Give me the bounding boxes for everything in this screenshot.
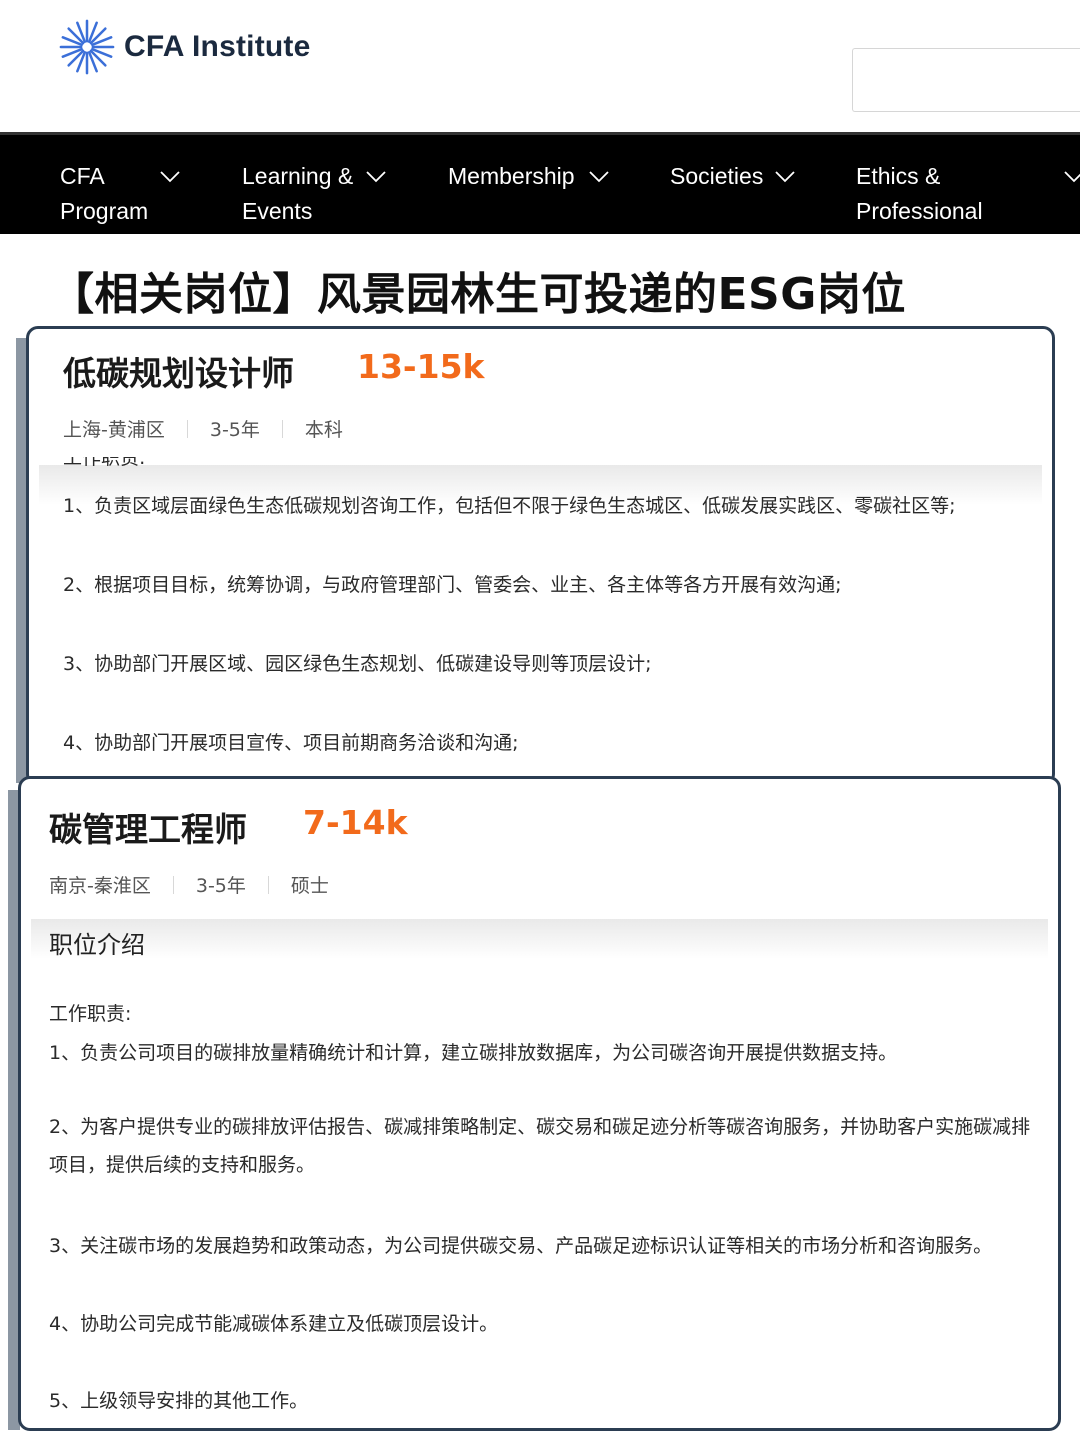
nav-item-cfa-program[interactable]: CFA Program	[60, 159, 148, 229]
nav-item-societies[interactable]: Societies	[670, 159, 763, 194]
nav-label-line2: Program	[60, 198, 149, 224]
nav-item-learning-events[interactable]: Learning & Events	[242, 159, 353, 229]
job-education: 硕士	[290, 875, 329, 897]
chevron-down-icon[interactable]	[160, 171, 180, 183]
cfa-starburst-logo-icon	[59, 19, 115, 75]
divider	[186, 419, 188, 438]
brand-logo[interactable]: CFA Institute	[58, 18, 310, 76]
job-card[interactable]: 碳管理工程师 7-14k 南京-秦淮区 3-5年 硕士 职位介绍 工作职责: 1…	[18, 776, 1061, 1431]
nav-label-line1: Learning &	[242, 163, 354, 189]
job-meta: 上海-黄浦区 3-5年 本科	[63, 415, 343, 442]
duty-item: 3、协助部门开展区域、园区绿色生态规划、低碳建设导则等顶层设计;	[63, 653, 652, 675]
chevron-down-icon[interactable]	[589, 171, 609, 183]
job-salary: 7-14k	[303, 803, 408, 842]
divider	[267, 875, 269, 894]
job-title: 低碳规划设计师	[63, 354, 294, 393]
duty-item: 2、为客户提供专业的碳排放评估报告、碳减排策略制定、碳交易和碳足迹分析等碳咨询服…	[49, 1116, 1031, 1176]
duty-item: 1、负责区域层面绿色生态低碳规划咨询工作，包括但不限于绿色生态城区、低碳发展实践…	[63, 495, 956, 517]
brand-name: CFA Institute	[124, 30, 311, 63]
chevron-down-icon[interactable]	[366, 171, 386, 183]
job-location: 上海-黄浦区	[63, 419, 165, 441]
duties-label-text: 工作职责:	[63, 457, 146, 469]
nav-label-line1: CFA	[60, 163, 105, 189]
nav-label-line1: Societies	[670, 163, 764, 189]
duty-item: 4、协助公司完成节能减碳体系建立及低碳顶层设计。	[49, 1313, 499, 1335]
duty-item: 5、上级领导安排的其他工作。	[49, 1390, 309, 1412]
job-experience: 3-5年	[195, 875, 246, 897]
nav-label-line1: Ethics &	[856, 163, 941, 189]
job-meta: 南京-秦淮区 3-5年 硕士	[49, 871, 329, 898]
duty-item: 3、关注碳市场的发展趋势和政策动态，为公司提供碳交易、产品碳足迹标识认证等相关的…	[49, 1235, 993, 1257]
job-education: 本科	[304, 419, 343, 441]
duties-label: 工作职责:	[49, 1003, 132, 1025]
nav-label-line1: Membership	[448, 163, 575, 189]
job-experience: 3-5年	[209, 419, 260, 441]
nav-label-line2: Professional	[856, 198, 983, 224]
job-card[interactable]: 低碳规划设计师 13-15k 上海-黄浦区 3-5年 本科 工作职责: 1、负责…	[26, 326, 1055, 786]
nav-label-line2: Events	[242, 198, 313, 224]
section-title: 【相关岗位】风景园林生可投递的ESG岗位	[50, 269, 906, 320]
job-salary: 13-15k	[357, 347, 485, 386]
nav-item-ethics-professional[interactable]: Ethics & Professional	[856, 159, 983, 229]
duty-item: 2、根据项目目标，统筹协调，与政府管理部门、管委会、业主、各主体等各方开展有效沟…	[63, 574, 842, 596]
section-divider-band	[31, 919, 1048, 959]
divider	[172, 875, 174, 894]
chevron-down-icon[interactable]	[1064, 171, 1080, 183]
nav-item-membership[interactable]: Membership	[448, 159, 575, 194]
job-location: 南京-秦淮区	[49, 875, 151, 897]
chevron-down-icon[interactable]	[775, 171, 795, 183]
search-input[interactable]	[852, 48, 1080, 112]
main-nav: CFA Program Learning & Events Membership…	[0, 132, 1080, 234]
duty-item: 1、负责公司项目的碳排放量精确统计和计算，建立碳排放数据库，为公司碳咨询开展提供…	[49, 1042, 898, 1064]
duties-label: 工作职责:	[63, 457, 145, 469]
section-heading: 职位介绍	[49, 931, 145, 959]
duty-item: 4、协助部门开展项目宣传、项目前期商务洽谈和沟通;	[63, 732, 519, 754]
divider	[281, 419, 283, 438]
site-header: CFA Institute	[0, 0, 1080, 132]
job-title: 碳管理工程师	[49, 810, 247, 849]
